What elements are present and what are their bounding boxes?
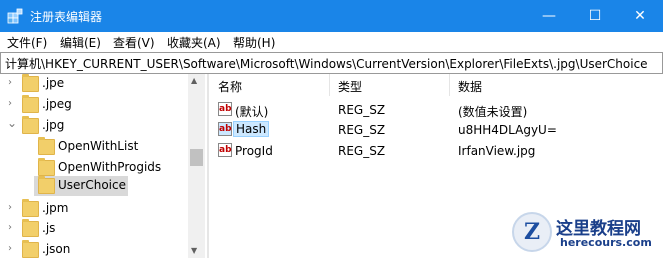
tree-item-openwithlist[interactable]: OpenWithList xyxy=(0,137,186,157)
tree-item-jpg[interactable]: ⌄ .jpg xyxy=(0,116,186,136)
window-title: 注册表编辑器 xyxy=(30,10,103,24)
menu-file[interactable]: 文件(F) xyxy=(7,34,47,51)
address-bar[interactable]: 计算机\HKEY_CURRENT_USER\Software\Microsoft… xyxy=(0,52,663,74)
list-row-progid[interactable]: ab ProgId REG_SZ IrfanView.jpg xyxy=(210,141,663,161)
column-header-name[interactable]: 名称 xyxy=(210,74,330,96)
value-data: (数值未设置) xyxy=(458,105,528,119)
value-name: ProgId xyxy=(235,144,273,158)
list-row-default[interactable]: ab (默认) REG_SZ (数值未设置) xyxy=(210,100,663,120)
tree-item-label: .jpe xyxy=(42,76,65,90)
value-name: Hash xyxy=(233,121,270,137)
tree-item-jpe[interactable]: › .jpe xyxy=(0,74,186,94)
chevron-right-icon[interactable]: › xyxy=(8,243,18,255)
string-value-icon: ab xyxy=(218,143,232,157)
chevron-right-icon[interactable]: › xyxy=(8,202,18,214)
tree-item-label: .json xyxy=(42,242,71,256)
value-type: REG_SZ xyxy=(338,123,386,137)
minimize-button[interactable]: — xyxy=(526,0,572,32)
tree-item-label: .jpm xyxy=(42,201,69,215)
list-row-hash[interactable]: ab Hash REG_SZ u8HH4DLAgyU= xyxy=(210,120,663,140)
title-bar: 注册表编辑器 — ☐ ✕ xyxy=(0,0,663,32)
value-name: (默认) xyxy=(235,105,269,119)
chevron-right-icon[interactable]: › xyxy=(8,77,18,89)
watermark: Z 这里教程网 herecours.com xyxy=(512,212,662,256)
column-header-data[interactable]: 数据 xyxy=(450,74,663,96)
folder-icon xyxy=(22,116,39,134)
folder-icon xyxy=(22,199,39,217)
menu-view[interactable]: 查看(V) xyxy=(113,34,155,51)
tree-item-jpeg[interactable]: › .jpeg xyxy=(0,95,186,115)
menu-bar: 文件(F) 编辑(E) 查看(V) 收藏夹(A) 帮助(H) xyxy=(0,32,663,53)
tree-item-label: OpenWithList xyxy=(58,139,139,153)
tree-item-label: .jpeg xyxy=(42,97,72,111)
column-header-type[interactable]: 类型 xyxy=(330,74,450,96)
folder-icon xyxy=(22,95,39,113)
folder-icon xyxy=(38,137,55,155)
tree-item-label: OpenWithProgids xyxy=(58,160,162,174)
registry-icon xyxy=(7,8,23,24)
folder-icon xyxy=(22,240,39,258)
value-data: IrfanView.jpg xyxy=(458,144,536,158)
menu-help[interactable]: 帮助(H) xyxy=(233,34,275,51)
string-value-icon: ab xyxy=(218,122,232,136)
value-data: u8HH4DLAgyU= xyxy=(458,123,557,137)
scroll-down-icon[interactable]: ▼ xyxy=(191,246,197,255)
tree-item-label: .jpg xyxy=(42,118,65,132)
watermark-subtitle: herecours.com xyxy=(560,236,652,249)
maximize-icon: ☐ xyxy=(588,8,602,24)
chevron-right-icon[interactable]: › xyxy=(8,98,18,110)
tree-scrollbar[interactable]: ▲ ▼ xyxy=(188,74,205,258)
scroll-up-icon[interactable]: ▲ xyxy=(191,76,197,85)
key-tree: › .jpe › .jpeg ⌄ .jpg OpenWithList OpenW… xyxy=(0,74,205,258)
tree-item-openwithprogids[interactable]: OpenWithProgids xyxy=(0,158,186,178)
address-path[interactable]: 计算机\HKEY_CURRENT_USER\Software\Microsoft… xyxy=(5,55,648,72)
close-button[interactable]: ✕ xyxy=(617,0,663,32)
value-type: REG_SZ xyxy=(338,103,386,117)
tree-item-label: UserChoice xyxy=(58,178,126,192)
string-value-icon: ab xyxy=(218,102,232,116)
scroll-thumb[interactable] xyxy=(190,149,203,166)
pane-splitter[interactable] xyxy=(207,74,209,258)
folder-icon xyxy=(22,219,39,237)
folder-icon xyxy=(38,158,55,176)
value-type: REG_SZ xyxy=(338,144,386,158)
tree-item-jpm[interactable]: › .jpm xyxy=(0,199,186,219)
menu-edit[interactable]: 编辑(E) xyxy=(60,34,101,51)
minimize-icon: — xyxy=(542,8,556,24)
tree-item-json[interactable]: › .json xyxy=(0,240,186,260)
tree-item-js[interactable]: › .js xyxy=(0,219,186,239)
tree-item-label: .js xyxy=(42,221,56,235)
maximize-button[interactable]: ☐ xyxy=(572,0,618,32)
folder-icon xyxy=(22,74,39,92)
folder-icon xyxy=(38,176,55,194)
menu-favorites[interactable]: 收藏夹(A) xyxy=(167,34,221,51)
watermark-logo: Z xyxy=(512,212,552,252)
close-icon: ✕ xyxy=(634,8,646,24)
tree-item-userchoice[interactable]: UserChoice xyxy=(34,176,128,196)
chevron-down-icon[interactable]: ⌄ xyxy=(7,116,17,130)
chevron-right-icon[interactable]: › xyxy=(8,222,18,234)
